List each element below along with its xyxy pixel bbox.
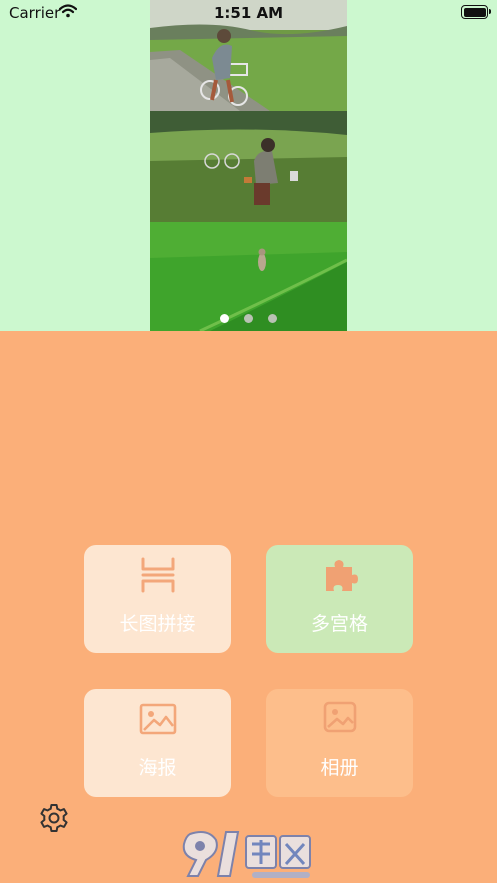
album-label: 相册: [320, 757, 359, 779]
gear-icon[interactable]: [38, 802, 70, 834]
page-dot-3[interactable]: [268, 314, 278, 323]
puzzle-piece-icon: [325, 560, 358, 591]
album-button[interactable]: 相册: [266, 689, 413, 797]
picture-frame-icon: [139, 703, 176, 735]
long-image-stitch-button[interactable]: 长图拼接: [84, 545, 231, 653]
poster-button[interactable]: 海报: [84, 689, 231, 797]
status-bar: Carrier 1:51 AM: [0, 0, 497, 26]
photo-icon: [323, 701, 356, 733]
watermark-logo: [182, 831, 311, 878]
multi-grid-button[interactable]: 多宫格: [266, 545, 413, 653]
page-dot-1[interactable]: [219, 314, 229, 323]
page-dot-2[interactable]: [244, 314, 253, 323]
banner-area: [0, 0, 497, 331]
poster-label: 海报: [138, 757, 177, 779]
status-time: 1:51 AM: [213, 4, 284, 22]
multi-grid-label: 多宫格: [310, 613, 368, 635]
long-image-stitch-label: 长图拼接: [119, 613, 196, 635]
battery-icon: [461, 5, 491, 19]
photo-carousel[interactable]: [150, 0, 347, 331]
long-image-stitch-icon: [141, 557, 174, 593]
carousel-photo-sitting: [150, 111, 347, 222]
page-indicator[interactable]: [150, 308, 347, 327]
